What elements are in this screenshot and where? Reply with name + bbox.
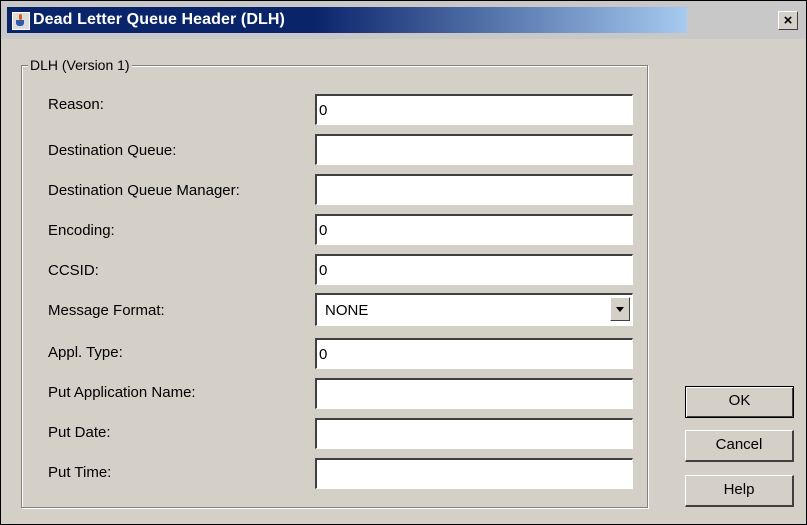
- dropdown-arrow-button[interactable]: [610, 297, 630, 321]
- cancel-button[interactable]: Cancel: [685, 430, 794, 462]
- reason-label: Reason:: [48, 96, 104, 113]
- reason-field[interactable]: [315, 94, 633, 125]
- appl-type-field[interactable]: [315, 338, 633, 369]
- ccsid-field[interactable]: [315, 254, 633, 285]
- help-button[interactable]: Help: [685, 475, 794, 507]
- encoding-field[interactable]: [315, 214, 633, 245]
- ok-button[interactable]: OK: [685, 386, 794, 418]
- put-application-name-label: Put Application Name:: [48, 384, 196, 401]
- appl-type-label: Appl. Type:: [48, 344, 123, 361]
- title-bar[interactable]: Dead Letter Queue Header (DLH) ×: [1, 1, 806, 39]
- message-format-value: NONE: [325, 302, 369, 319]
- chevron-down-icon: [616, 307, 624, 312]
- put-time-label: Put Time:: [48, 464, 112, 481]
- destination-queue-label: Destination Queue:: [48, 142, 177, 159]
- put-date-field[interactable]: [315, 418, 633, 449]
- put-time-field[interactable]: [315, 458, 633, 489]
- window-title: Dead Letter Queue Header (DLH): [33, 11, 285, 28]
- close-icon: ×: [783, 12, 793, 29]
- destination-queue-manager-label: Destination Queue Manager:: [48, 182, 240, 199]
- put-date-label: Put Date:: [48, 424, 111, 441]
- destination-queue-field[interactable]: [315, 134, 633, 165]
- group-title: DLH (Version 1): [28, 57, 132, 73]
- encoding-label: Encoding:: [48, 222, 115, 239]
- message-format-dropdown[interactable]: NONE: [315, 293, 633, 326]
- put-application-name-field[interactable]: [315, 378, 633, 409]
- ccsid-label: CCSID:: [48, 262, 99, 279]
- close-button[interactable]: ×: [778, 11, 798, 30]
- java-cup-icon: [12, 12, 30, 30]
- destination-queue-manager-field[interactable]: [315, 174, 633, 205]
- message-format-label: Message Format:: [48, 302, 165, 319]
